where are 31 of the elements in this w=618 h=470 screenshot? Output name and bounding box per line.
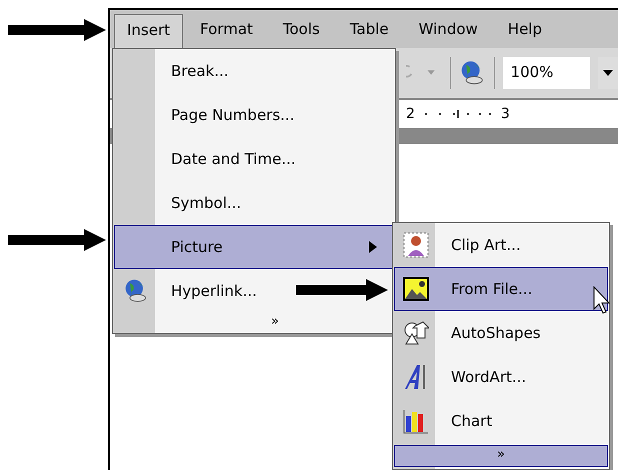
menu-tab[interactable]: Table: [336, 13, 402, 45]
menu-tab[interactable]: Format: [187, 13, 266, 45]
ruler-number: 3: [500, 106, 510, 122]
figure-icon: [403, 232, 429, 258]
caret-icon: [603, 70, 614, 76]
menu-item[interactable]: Chart: [394, 399, 608, 443]
menu-item[interactable]: From File...: [394, 267, 608, 311]
globe-link-icon: [123, 278, 149, 304]
menu-tab[interactable]: Tools: [270, 13, 333, 45]
expand-chevron[interactable]: »: [394, 445, 608, 467]
menu-tab[interactable]: Help: [494, 13, 555, 45]
menu-item[interactable]: WordArt...: [394, 355, 608, 399]
menu-item[interactable]: AutoShapes: [394, 311, 608, 355]
menu-item[interactable]: Symbol...: [114, 181, 394, 225]
menu-item[interactable]: Page Numbers...: [114, 93, 394, 137]
bar-chart-icon: [403, 408, 429, 434]
menu-item[interactable]: Picture: [114, 225, 394, 269]
ruler-ticks: [422, 109, 493, 119]
zoom-field[interactable]: 100%: [502, 57, 590, 89]
menu-item[interactable]: Hyperlink...: [114, 269, 394, 313]
expand-chevron[interactable]: »: [113, 313, 395, 333]
menu-item[interactable]: Clip Art...: [394, 223, 608, 267]
menu-item[interactable]: Break...: [114, 49, 394, 93]
menu-tab[interactable]: Window: [406, 13, 491, 45]
photo-icon: [403, 277, 429, 301]
shapes-icon: [403, 320, 429, 346]
submenu-arrow-icon: [369, 241, 377, 253]
menu-item[interactable]: Date and Time...: [114, 137, 394, 181]
menu-tab[interactable]: Insert: [114, 14, 184, 48]
ruler-number: 2: [406, 106, 415, 122]
dropdown-button[interactable]: [598, 57, 618, 89]
